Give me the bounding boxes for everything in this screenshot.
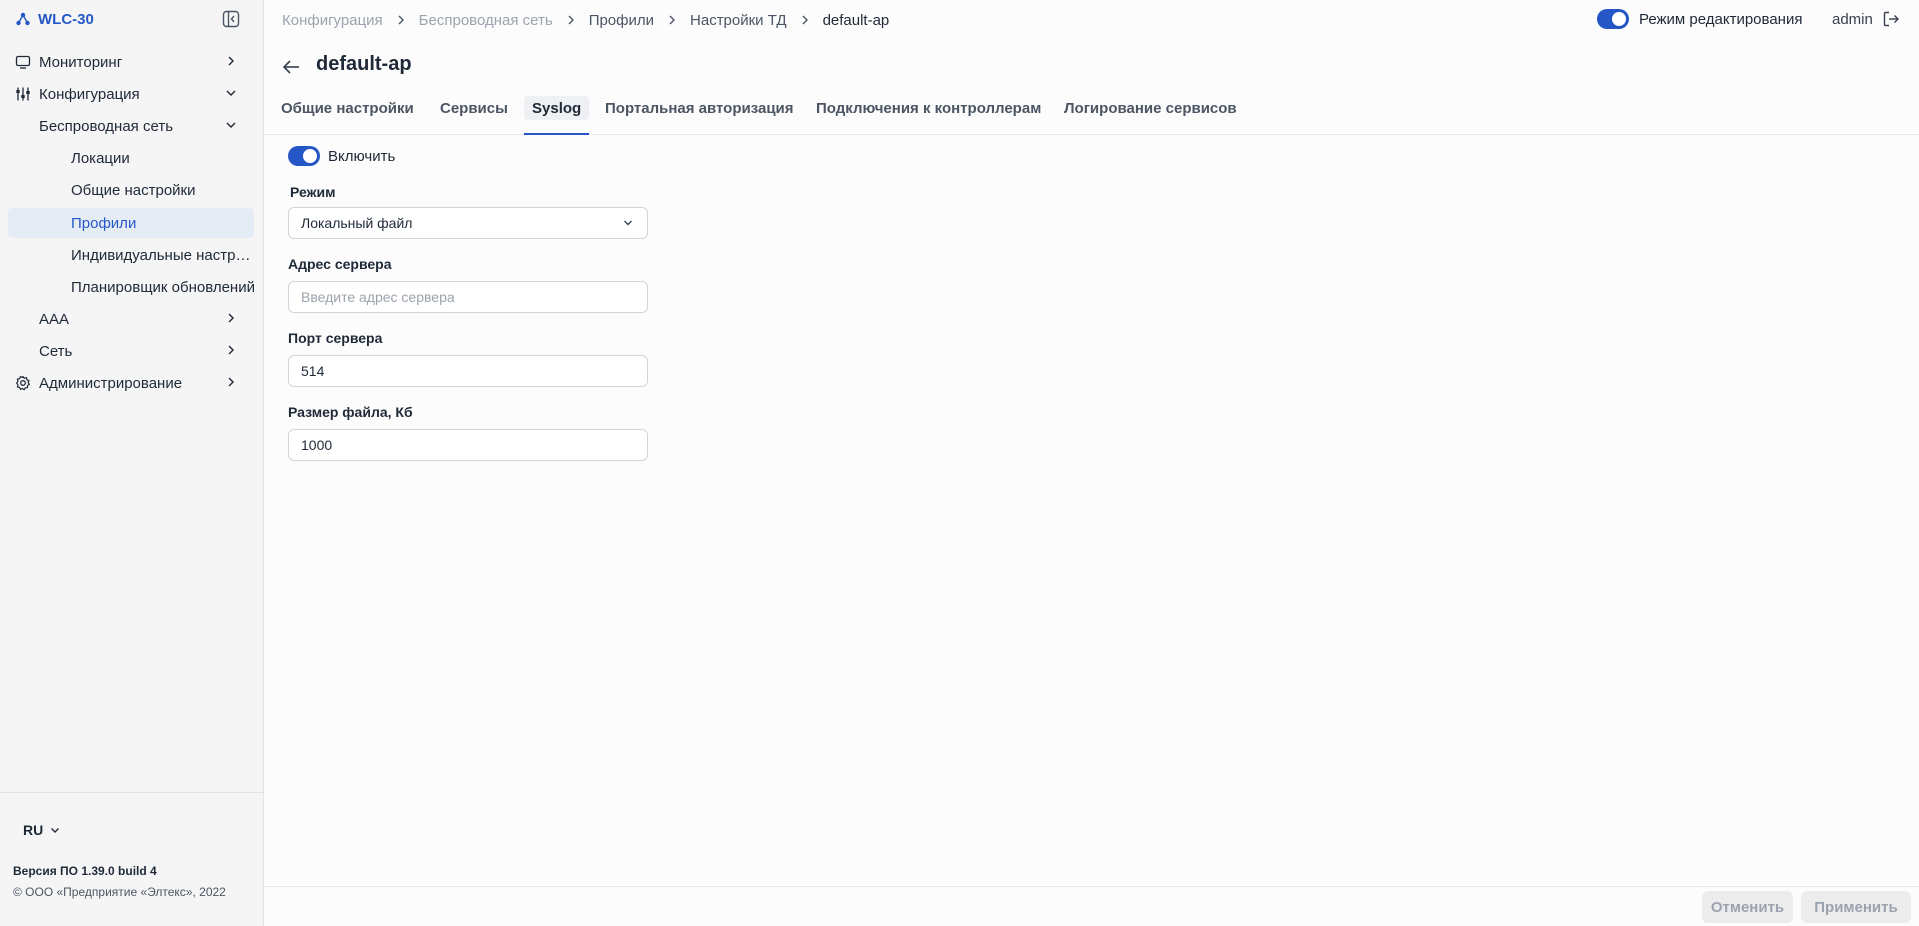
user-menu[interactable]: admin xyxy=(1832,8,1900,30)
app-logo[interactable]: WLC-30 xyxy=(15,8,245,30)
tab-services[interactable]: Сервисы xyxy=(440,100,508,134)
sidebar-item-individual-settings[interactable]: Индивидуальные настройки xyxy=(71,240,255,270)
file-size-label: Размер файла, Кб xyxy=(288,404,413,420)
tab-bar: Общие настройки Сервисы Syslog Портальна… xyxy=(264,94,1919,135)
language-selector[interactable]: RU xyxy=(23,822,61,838)
chevron-down-icon xyxy=(224,86,238,100)
sidebar-item-update-scheduler[interactable]: Планировщик обновлений xyxy=(71,272,255,302)
footer-divider xyxy=(264,886,1919,887)
network-logo-icon xyxy=(15,11,31,27)
sidebar-item-label: Профили xyxy=(71,214,137,232)
username: admin xyxy=(1832,10,1873,28)
sidebar-item-label: Сеть xyxy=(39,342,73,360)
apply-button[interactable]: Применить xyxy=(1801,891,1911,923)
sidebar-item-label: Локации xyxy=(71,149,130,167)
sidebar-item-locations[interactable]: Локации xyxy=(71,143,251,173)
sidebar: WLC-30 Мониторинг Конфигурация Беспровод… xyxy=(0,0,264,926)
breadcrumb: Конфигурация Беспроводная сеть Профили Н… xyxy=(282,9,889,31)
chevron-down-icon xyxy=(224,118,238,132)
breadcrumb-item-ap-settings[interactable]: Настройки ТД xyxy=(690,12,787,29)
sliders-icon xyxy=(15,86,31,102)
breadcrumb-item-configuration[interactable]: Конфигурация xyxy=(282,12,383,29)
mode-label: Режим xyxy=(290,184,336,200)
tab-syslog[interactable]: Syslog xyxy=(523,96,590,135)
gear-icon xyxy=(15,375,31,391)
server-port-input[interactable] xyxy=(288,355,648,387)
chevron-right-icon xyxy=(224,343,238,357)
sidebar-item-aaa[interactable]: AAA xyxy=(39,304,255,334)
sidebar-item-wireless[interactable]: Беспроводная сеть xyxy=(39,111,255,141)
app-name: WLC-30 xyxy=(38,10,94,28)
breadcrumb-item-current: default-ap xyxy=(822,11,890,29)
sidebar-item-label: Общие настройки xyxy=(71,181,196,199)
enable-label: Включить xyxy=(328,147,396,165)
language-value: RU xyxy=(23,822,44,838)
monitor-icon xyxy=(15,54,31,70)
sidebar-item-profiles[interactable]: Профили xyxy=(8,208,254,238)
tab-controller-connections[interactable]: Подключения к контроллерам xyxy=(816,100,1041,134)
sidebar-item-label: Планировщик обновлений xyxy=(71,278,255,296)
server-port-label: Порт сервера xyxy=(288,330,383,346)
copyright: © ООО «Предприятие «Элтекс», 2022 xyxy=(13,885,226,899)
tab-general-settings[interactable]: Общие настройки xyxy=(281,100,414,134)
sidebar-item-administration[interactable]: Администрирование xyxy=(15,368,255,398)
sidebar-item-label: Администрирование xyxy=(39,374,183,392)
sidebar-item-label: Конфигурация xyxy=(39,85,140,103)
chevron-right-icon xyxy=(224,54,238,68)
tab-portal-auth[interactable]: Портальная авторизация xyxy=(605,100,794,134)
sidebar-item-label: Индивидуальные настройки xyxy=(71,246,255,264)
enable-toggle[interactable] xyxy=(288,146,320,166)
edit-mode-label: Режим редактирования xyxy=(1639,10,1803,28)
cancel-button[interactable]: Отменить xyxy=(1702,891,1793,923)
chevron-right-icon xyxy=(394,13,408,27)
edit-mode-switch[interactable]: Режим редактирования xyxy=(1597,8,1802,30)
mode-select[interactable]: Локальный файл xyxy=(288,207,648,239)
software-version: Версия ПО 1.39.0 build 4 xyxy=(13,864,157,878)
chevron-down-icon xyxy=(49,824,61,836)
enable-switch[interactable]: Включить xyxy=(288,146,395,166)
breadcrumb-item-wireless[interactable]: Беспроводная сеть xyxy=(419,12,553,29)
chevron-right-icon xyxy=(798,13,812,27)
sidebar-item-monitoring[interactable]: Мониторинг xyxy=(15,47,255,77)
page-title: default-ap xyxy=(316,53,412,75)
logout-icon[interactable] xyxy=(1882,10,1900,28)
chevron-right-icon xyxy=(224,375,238,389)
sidebar-item-label: AAA xyxy=(39,310,70,328)
server-address-label: Адрес сервера xyxy=(288,256,392,272)
chevron-right-icon xyxy=(224,311,238,325)
edit-mode-toggle[interactable] xyxy=(1597,9,1629,29)
mode-value: Локальный файл xyxy=(301,215,413,231)
sidebar-item-configuration[interactable]: Конфигурация xyxy=(15,79,255,109)
sidebar-divider xyxy=(0,792,263,793)
chevron-right-icon xyxy=(665,13,679,27)
sidebar-item-network[interactable]: Сеть xyxy=(39,336,255,366)
sidebar-collapse-icon[interactable] xyxy=(222,10,240,28)
chevron-right-icon xyxy=(564,13,578,27)
sidebar-item-label: Беспроводная сеть xyxy=(39,117,174,135)
tab-service-logging[interactable]: Логирование сервисов xyxy=(1064,100,1237,134)
sidebar-item-general-settings[interactable]: Общие настройки xyxy=(71,175,251,205)
sidebar-item-label: Мониторинг xyxy=(39,53,123,71)
server-address-input[interactable] xyxy=(288,281,648,313)
breadcrumb-item-profiles[interactable]: Профили xyxy=(589,12,654,29)
file-size-input[interactable] xyxy=(288,429,648,461)
back-arrow-icon[interactable] xyxy=(281,58,301,76)
chevron-down-icon xyxy=(621,216,635,230)
